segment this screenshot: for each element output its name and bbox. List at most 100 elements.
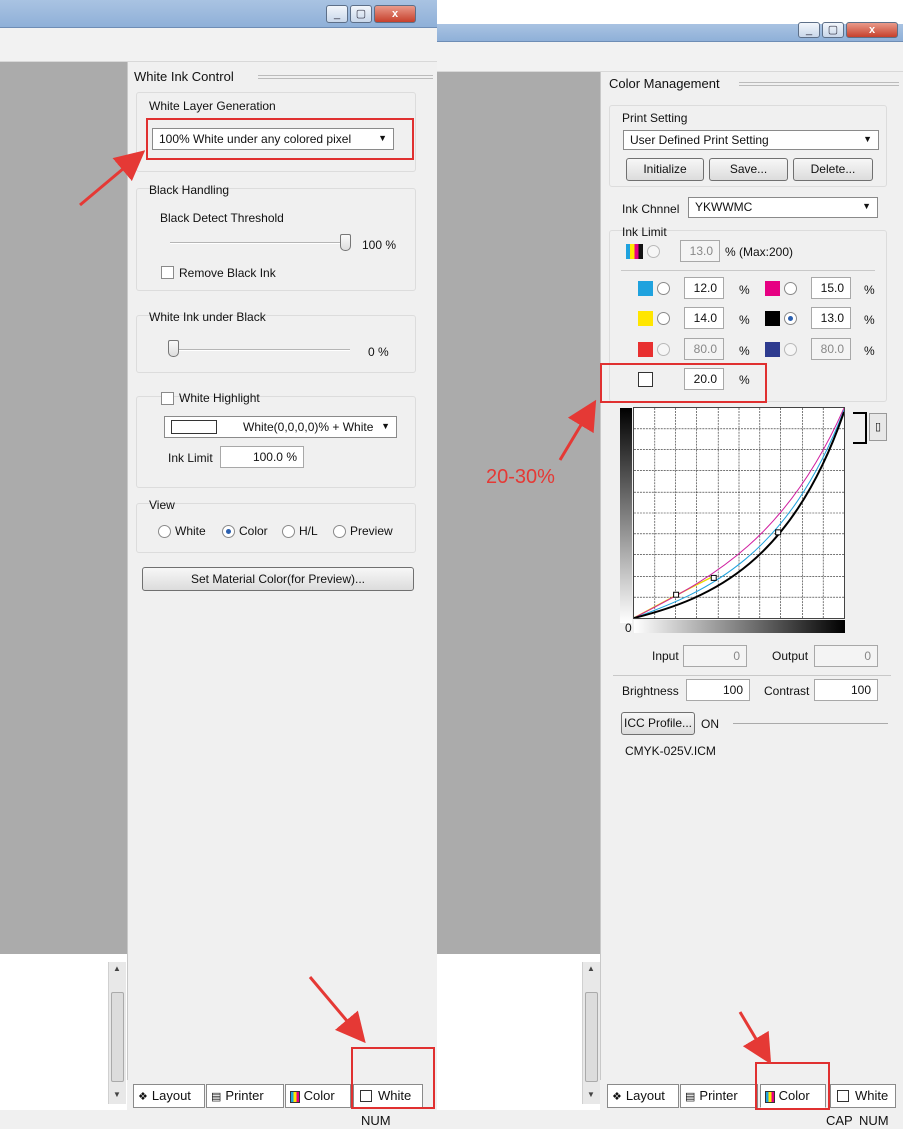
view-preview-radio[interactable] [333,525,346,538]
white-under-black-value: 0 % [368,345,389,359]
total-limit-field[interactable]: 13.0 [680,240,720,262]
tab-label: Layout [151,1088,191,1103]
total-limit-radio[interactable] [647,245,660,258]
blue-radio[interactable] [784,343,797,356]
brightness-field[interactable]: 100 [686,679,750,701]
white-under-black-slider[interactable] [168,340,179,357]
black-radio[interactable] [784,312,797,325]
ink-limit-label: Ink Limit [168,451,213,465]
ink-channel-select[interactable]: YKWWMC ▼ [688,197,878,218]
ink-limit-divider [621,270,875,271]
view-color-radio[interactable] [222,525,235,538]
right-maximize-button[interactable]: ▢ [822,22,844,38]
red-limit-field[interactable]: 80.0 [684,338,724,360]
right-lower-area [437,954,600,1104]
color-management-panel: Color Management Print Setting User Defi… [600,72,903,1080]
tone-curve-graph[interactable] [633,407,845,619]
white-highlight-checkbox[interactable] [161,392,174,405]
left-minimize-button[interactable]: _ [326,5,348,23]
curve-channel-button[interactable]: ▯ [869,413,887,441]
black-limit-field[interactable]: 13.0 [811,307,851,329]
cyan-limit-field[interactable]: 12.0 [684,277,724,299]
white-highlight-select[interactable]: White(0,0,0,0)% + White ▼ [164,416,397,438]
input-field[interactable]: 0 [683,645,747,667]
right-close-button[interactable]: x [846,22,898,38]
right-tab-printer[interactable]: ▤ Printer [680,1084,758,1108]
delete-button[interactable]: Delete... [793,158,873,181]
save-button[interactable]: Save... [709,158,788,181]
initialize-button[interactable]: Initialize [626,158,704,181]
view-color-label: Color [239,524,268,538]
scroll-up-icon[interactable]: ▲ [587,964,595,973]
curve-grid [634,408,844,618]
icc-state-label: ON [701,717,719,731]
view-hl-radio[interactable] [282,525,295,538]
tab-label: Printer [699,1088,738,1103]
gray-gradient-horizontal [634,620,845,633]
right-scrollbar[interactable]: ▲ ▼ [582,962,600,1104]
black-threshold-slider[interactable] [340,234,351,251]
ink-limit-field[interactable]: 100.0 % [220,446,304,468]
printer-icon: ▤ [211,1090,222,1103]
white-highlight-value: White(0,0,0,0)% + White [243,420,374,434]
scroll-thumb[interactable] [111,992,124,1082]
tab-label: White [855,1088,889,1103]
left-scrollbar[interactable]: ▲ ▼ [108,962,126,1104]
right-tab-white[interactable]: White [830,1084,896,1108]
left-status-bar: NUM [0,1110,437,1129]
color-icon [290,1090,300,1103]
white-layer-label: White Layer Generation [149,99,276,113]
left-tab-layout[interactable]: ❖ Layout [133,1084,205,1108]
set-material-color-button[interactable]: Set Material Color(for Preview)... [142,567,414,591]
cyan-swatch [638,281,653,296]
white-highlight-group [136,396,416,488]
left-close-button[interactable]: x [374,5,416,23]
gray-gradient-vertical [620,408,632,623]
icc-profile-button[interactable]: ICC Profile... [621,712,695,735]
cap-indicator: CAP [826,1113,853,1128]
yellow-limit-field[interactable]: 14.0 [684,307,724,329]
left-maximize-button[interactable]: ▢ [350,5,372,23]
blue-limit-field[interactable]: 80.0 [811,338,851,360]
white-layer-highlight-box [146,118,414,160]
num-indicator: NUM [859,1113,889,1128]
scroll-thumb[interactable] [585,992,598,1082]
printer-icon: ▤ [685,1090,696,1103]
print-setting-select[interactable]: User Defined Print Setting ▼ [623,130,879,150]
remove-black-checkbox[interactable] [161,266,174,279]
cyan-radio[interactable] [657,282,670,295]
right-tab-layout[interactable]: ❖ Layout [607,1084,679,1108]
left-workspace [0,62,127,954]
black-threshold-label: Black Detect Threshold [160,211,284,225]
curve-point [775,529,782,536]
layout-icon: ❖ [612,1090,622,1103]
all-inks-icon [626,244,643,259]
annotation-label: 20-30% [486,466,555,488]
scroll-up-icon[interactable]: ▲ [113,964,121,973]
output-field[interactable]: 0 [814,645,878,667]
red-radio[interactable] [657,343,670,356]
magenta-limit-field[interactable]: 15.0 [811,277,851,299]
yellow-radio[interactable] [657,312,670,325]
white-under-black-track[interactable] [170,349,350,351]
print-setting-value: User Defined Print Setting [630,133,769,147]
remove-black-label: Remove Black Ink [179,266,276,280]
cyan-unit: % [739,283,750,297]
view-hl-label: H/L [299,524,318,538]
scroll-down-icon[interactable]: ▼ [113,1090,121,1099]
black-threshold-track[interactable] [170,242,350,244]
curve-channel-bracket[interactable] [853,412,867,444]
magenta-radio[interactable] [784,282,797,295]
view-white-label: White [175,524,206,538]
view-white-radio[interactable] [158,525,171,538]
curve-origin-label: 0 [625,621,632,635]
right-status-bar: CAP NUM [437,1110,903,1129]
title-rule [258,75,433,79]
left-tab-printer[interactable]: ▤ Printer [206,1084,284,1108]
panel-title: Color Management [609,76,720,91]
white-swatch [171,420,217,434]
right-minimize-button[interactable]: _ [798,22,820,38]
left-tab-color[interactable]: Color [285,1084,351,1108]
scroll-down-icon[interactable]: ▼ [587,1090,595,1099]
contrast-field[interactable]: 100 [814,679,878,701]
